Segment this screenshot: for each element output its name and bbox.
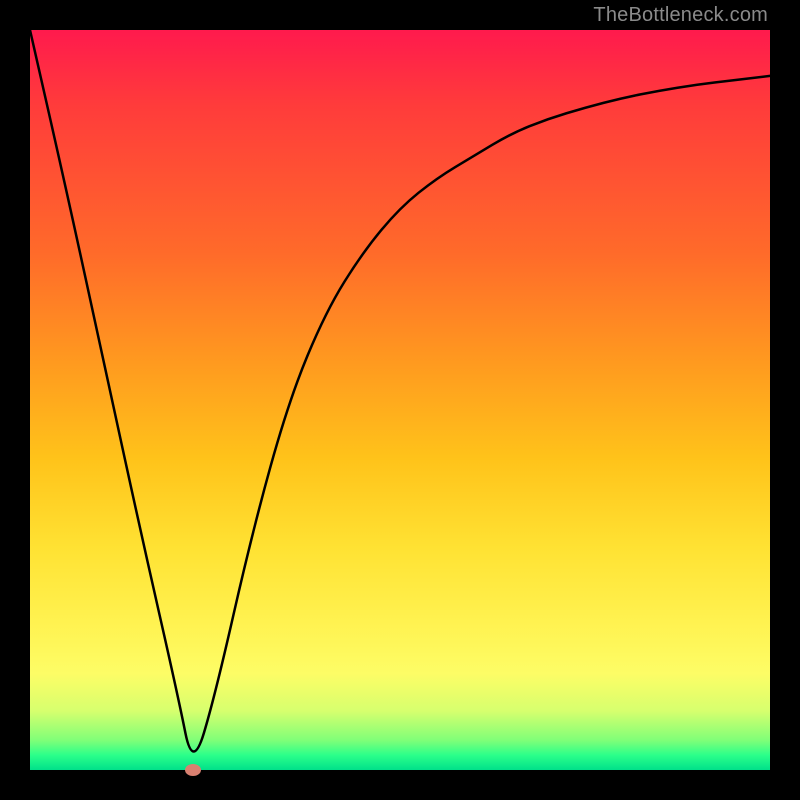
bottleneck-curve xyxy=(30,30,770,770)
chart-frame: TheBottleneck.com xyxy=(0,0,800,800)
optimal-point-marker xyxy=(185,764,201,776)
plot-area xyxy=(30,30,770,770)
watermark-text: TheBottleneck.com xyxy=(593,4,768,27)
